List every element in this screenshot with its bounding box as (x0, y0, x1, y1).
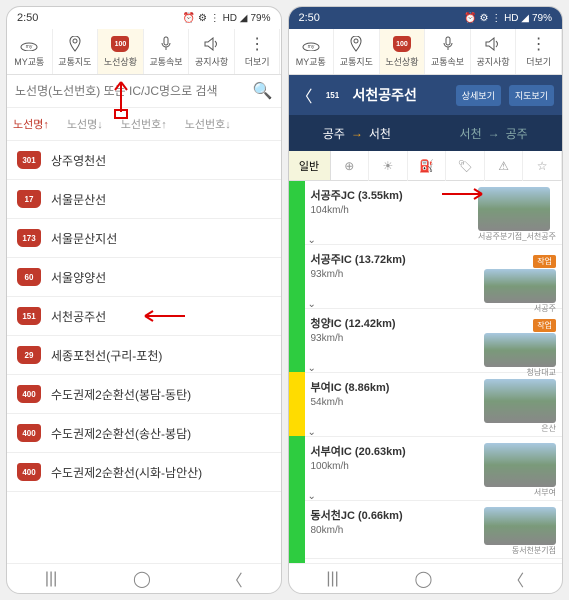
tab-notice[interactable]: 공지사항 (189, 29, 235, 74)
annotation-arrow-route (143, 309, 191, 323)
ic-item[interactable]: 동서천JC (0.66km)80km/h 동서천분기점 (305, 501, 563, 559)
tag-icon[interactable]: 🏷 (446, 151, 485, 181)
tab-notice[interactable]: 공지사항 (471, 29, 517, 74)
arrow-icon: → (488, 126, 500, 140)
cctv-thumb[interactable] (484, 443, 556, 487)
sort-num-desc[interactable]: 노선번호↓ (185, 116, 231, 132)
ic-item[interactable]: ⌄ 부여IC (8.86km)54km/h 은산 (305, 373, 563, 437)
sort-name-asc[interactable]: 노선명↑ (13, 116, 49, 132)
status-icons: ⏰ ⚙ ⋮ HD ◢79% (183, 13, 271, 24)
tab-route[interactable]: 100 노선상황 (98, 29, 144, 74)
mic-icon (439, 35, 457, 53)
pin-icon (347, 35, 365, 53)
search-row: 🔍 (7, 75, 281, 108)
more-icon: ⋮ (248, 35, 266, 53)
route-item[interactable]: 400수도권제2순환선(봉담-동탄) (7, 375, 281, 414)
speaker-icon (203, 35, 221, 53)
route-list[interactable]: 301상주영천선 17서울문산선 173서울문산지선 60서울양양선 151서천… (7, 141, 281, 563)
warning-icon[interactable]: ⚠ (485, 151, 524, 181)
route-shield-icon: 151 (321, 86, 345, 104)
status-icons: ⏰ ⚙ ⋮ HD ◢79% (464, 13, 552, 24)
route-item[interactable]: 400수도권제2순환선(시화-남안산) (7, 453, 281, 492)
fuel-icon[interactable]: ⛽ (408, 151, 447, 181)
home-icon[interactable]: ◯ (415, 569, 433, 589)
route-item[interactable]: 60서울양양선 (7, 258, 281, 297)
phone-right: 2:50 ⏰ ⚙ ⋮ HD ◢79% myMY교통 교통지도 100노선상황 교… (288, 6, 564, 594)
top-tab-bar: my MY교통 교통지도 100 노선상황 교통속보 공지사항 ⋮ 더보기 (7, 29, 281, 75)
map-button[interactable]: 지도보기 (509, 85, 554, 106)
status-bar: 2:50 ⏰ ⚙ ⋮ HD ◢79% (289, 7, 563, 29)
more-icon: ⋮ (530, 35, 548, 53)
pin-icon (66, 35, 84, 53)
filter-toolbar: 일반 ⊕ ☀ ⛽ 🏷 ⚠ ☆ (289, 151, 563, 181)
ic-list[interactable]: ⌄ 서공주JC (3.55km) 104km/h 서공주분기점_서천공주 ⌄ 서… (289, 181, 563, 563)
route-item[interactable]: 301상주영천선 (7, 141, 281, 180)
arrow-icon: → (351, 126, 363, 140)
mic-icon (157, 35, 175, 53)
timeline (289, 181, 305, 563)
my-icon: my (302, 35, 320, 53)
sun-icon[interactable]: ☀ (369, 151, 408, 181)
svg-text:my: my (26, 44, 33, 50)
work-badge: 작업 (533, 255, 556, 268)
target-icon[interactable]: ⊕ (331, 151, 370, 181)
route-title: 서천공주선 (353, 85, 448, 105)
star-icon[interactable]: ☆ (523, 151, 562, 181)
tab-route[interactable]: 100노선상황 (380, 29, 426, 74)
recent-icon[interactable]: ||| (45, 570, 57, 588)
ic-item[interactable]: ⌄ 청양IC (12.42km)93km/h 작업청남대교 (305, 309, 563, 373)
recent-icon[interactable]: ||| (326, 570, 338, 588)
my-icon: my (20, 35, 38, 53)
top-tab-bar: myMY교통 교통지도 100노선상황 교통속보 공지사항 ⋮더보기 (289, 29, 563, 75)
direction-tabs: 공주 → 서천 서천 → 공주 (289, 115, 563, 151)
cctv-thumb[interactable] (484, 333, 556, 367)
cctv-thumb[interactable] (484, 507, 556, 545)
shield-icon: 100 (393, 35, 411, 53)
route-item[interactable]: 400수도권제2순환선(송산-봉담) (7, 414, 281, 453)
filter-label[interactable]: 일반 (289, 151, 331, 180)
tab-map[interactable]: 교통지도 (334, 29, 380, 74)
back-icon[interactable]: 〈 (297, 83, 313, 107)
cctv-thumb[interactable] (478, 187, 550, 231)
status-time: 2:50 (17, 12, 38, 24)
ic-item[interactable]: ⌄ 서공주JC (3.55km) 104km/h 서공주분기점_서천공주 (305, 181, 563, 245)
route-item[interactable]: 17서울문산선 (7, 180, 281, 219)
sort-row: 노선명↑ 노선명↓ 노선번호↑ 노선번호↓ (7, 108, 281, 141)
sort-name-desc[interactable]: 노선명↓ (67, 116, 103, 132)
detail-header: 〈 151 서천공주선 상세보기 지도보기 (289, 75, 563, 115)
svg-text:my: my (307, 44, 314, 50)
search-icon[interactable]: 🔍 (253, 81, 273, 101)
back-icon[interactable]: 〈 (227, 567, 243, 591)
phone-left: 2:50 ⏰ ⚙ ⋮ HD ◢79% my MY교통 교통지도 100 노선상황… (6, 6, 282, 594)
android-nav: ||| ◯ 〈 (289, 563, 563, 593)
shield-icon: 100 (111, 35, 129, 53)
dir-tab-b[interactable]: 서천 → 공주 (425, 115, 562, 151)
route-item[interactable]: 29세종포천선(구리-포천) (7, 336, 281, 375)
sort-num-asc[interactable]: 노선번호↑ (121, 116, 167, 132)
tab-more[interactable]: ⋮더보기 (516, 29, 562, 74)
tab-my[interactable]: my MY교통 (7, 29, 53, 74)
detail-button[interactable]: 상세보기 (456, 85, 501, 106)
route-item[interactable]: 173서울문산지선 (7, 219, 281, 258)
route-item[interactable]: 151서천공주선 (7, 297, 281, 336)
tab-news[interactable]: 교통속보 (425, 29, 471, 74)
ic-item[interactable]: ⌄ 서부여IC (20.63km)100km/h 서부여 (305, 437, 563, 501)
home-icon[interactable]: ◯ (133, 569, 151, 589)
tab-more[interactable]: ⋮ 더보기 (235, 29, 281, 74)
dir-tab-a[interactable]: 공주 → 서천 (289, 115, 426, 151)
cctv-thumb[interactable] (484, 269, 556, 303)
android-nav: ||| ◯ 〈 (7, 563, 281, 593)
ic-item[interactable]: ⌄ 서공주IC (13.72km)93km/h 작업서공주 (305, 245, 563, 309)
status-time: 2:50 (299, 12, 320, 24)
tab-news[interactable]: 교통속보 (144, 29, 190, 74)
search-input[interactable] (15, 84, 247, 98)
cctv-thumb[interactable] (484, 379, 556, 423)
speaker-icon (484, 35, 502, 53)
status-bar: 2:50 ⏰ ⚙ ⋮ HD ◢79% (7, 7, 281, 29)
tab-map[interactable]: 교통지도 (53, 29, 99, 74)
work-badge: 작업 (533, 319, 556, 332)
tab-my[interactable]: myMY교통 (289, 29, 335, 74)
back-icon[interactable]: 〈 (508, 567, 524, 591)
